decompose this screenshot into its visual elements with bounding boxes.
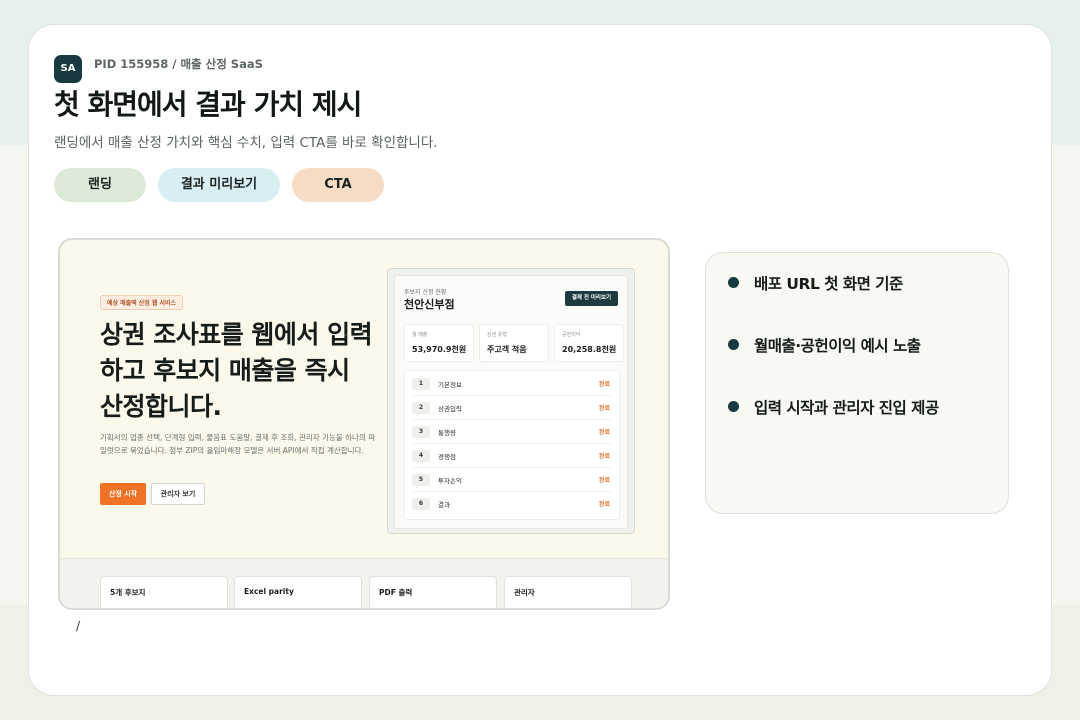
pre-payment-preview-button[interactable]: 결제 전 미리보기 (565, 291, 618, 306)
step-status: 완료 (598, 429, 610, 436)
step-name: 기본정보 (438, 381, 462, 389)
feature-title: PDF 출력 (379, 588, 413, 597)
feature-card-pdf: PDF 출력 (369, 576, 497, 608)
stat-value: 20,258.8천원 (562, 345, 617, 354)
tag-cta[interactable]: CTA (292, 168, 384, 202)
stat-contribution-profit: 공헌이익 20,258.8천원 (554, 324, 624, 362)
step-number: 1 (412, 378, 430, 390)
start-estimate-button[interactable]: 산정 시작 (100, 483, 146, 505)
bullet-dot-icon (728, 339, 739, 350)
step-name: 결과 (438, 501, 450, 509)
step-item[interactable]: 6 결과 완료 (412, 495, 612, 515)
stat-label: 월 매출 (412, 332, 428, 338)
step-list: 1 기본정보 완료 2 상권입력 완료 3 통행량 완료 4 경쟁점 완료 5 … (404, 370, 620, 520)
step-status: 완료 (598, 453, 610, 460)
project-id: PID 155958 / 매출 산정 SaaS (94, 57, 263, 71)
step-item[interactable]: 1 기본정보 완료 (412, 375, 612, 396)
feature-card-excel: Excel parity (234, 576, 362, 608)
panel-label: 후보지 산정 현황 (404, 289, 447, 296)
stats-row: 월 매출 53,970.9천원 상권 유형 주고객 적음 공헌이익 20,258… (404, 324, 624, 362)
stat-monthly-sales: 월 매출 53,970.9천원 (404, 324, 474, 362)
stat-area-type: 상권 유형 주고객 적음 (479, 324, 549, 362)
step-item[interactable]: 3 통행량 완료 (412, 423, 612, 444)
step-number: 5 (412, 474, 430, 486)
footer-mark: / (76, 619, 81, 633)
stat-label: 상권 유형 (487, 332, 507, 338)
tag-list: 랜딩 결과 미리보기 CTA (54, 168, 384, 202)
page-title: 첫 화면에서 결과 가치 제시 (54, 88, 362, 121)
step-status: 완료 (598, 381, 610, 388)
bullet-dot-icon (728, 401, 739, 412)
step-status: 완료 (598, 477, 610, 484)
key-points-box: 배포 URL 첫 화면 기준 월매출·공헌이익 예시 노출 입력 시작과 관리자… (705, 252, 1009, 514)
stat-value: 53,970.9천원 (412, 345, 467, 354)
key-point-text: 월매출·공헌이익 예시 노출 (754, 337, 921, 355)
feature-title: Excel parity (244, 587, 294, 596)
admin-view-button[interactable]: 관리자 보기 (151, 483, 205, 505)
stat-label: 공헌이익 (562, 332, 581, 338)
step-number: 4 (412, 450, 430, 462)
step-item[interactable]: 4 경쟁점 완료 (412, 447, 612, 468)
feature-card-admin: 관리자 (504, 576, 632, 608)
hero-heading: 상권 조사표를 웹에서 입력하고 후보지 매출을 즉시 산정합니다. (100, 320, 373, 421)
hero-description: 기획서의 업종 선택, 단계형 입력, 물음표 도움말, 결제 후 조회, 관리… (100, 433, 376, 455)
step-name: 통행량 (438, 429, 456, 437)
step-item[interactable]: 2 상권입력 완료 (412, 399, 612, 420)
page-subtitle: 랜딩에서 매출 산정 가치와 핵심 수치, 입력 CTA를 바로 확인합니다. (54, 135, 438, 151)
panel-body: 후보지 산정 현황 천안신부점 결제 전 미리보기 월 매출 53,970.9천… (394, 275, 628, 529)
feature-title: 5개 후보지 (110, 588, 146, 597)
app-logo: SA (54, 55, 82, 83)
step-number: 6 (412, 498, 430, 510)
stat-value: 주고객 적음 (487, 345, 527, 354)
tag-landing[interactable]: 랜딩 (54, 168, 146, 202)
tag-result-preview[interactable]: 결과 미리보기 (158, 168, 280, 202)
feature-card-candidates: 5개 후보지 (100, 576, 228, 608)
candidate-status-panel: 후보지 산정 현황 천안신부점 결제 전 미리보기 월 매출 53,970.9천… (387, 268, 635, 534)
step-status: 완료 (598, 405, 610, 412)
landing-preview-screenshot: 예상 매출액 산정 웹 서비스 상권 조사표를 웹에서 입력하고 후보지 매출을… (58, 238, 670, 610)
bullet-dot-icon (728, 277, 739, 288)
key-point-text: 입력 시작과 관리자 진입 제공 (754, 399, 939, 417)
step-number: 2 (412, 402, 430, 414)
step-status: 완료 (598, 501, 610, 508)
key-point-text: 배포 URL 첫 화면 기준 (754, 275, 903, 293)
step-name: 상권입력 (438, 405, 462, 413)
step-name: 투자손익 (438, 477, 462, 485)
store-name: 천안신부점 (404, 298, 455, 311)
step-number: 3 (412, 426, 430, 438)
slide-card: SA PID 155958 / 매출 산정 SaaS 첫 화면에서 결과 가치 … (28, 24, 1052, 696)
feature-title: 관리자 (514, 588, 535, 597)
step-name: 경쟁점 (438, 453, 456, 461)
hero-badge: 예상 매출액 산정 웹 서비스 (100, 295, 184, 310)
step-item[interactable]: 5 투자손익 완료 (412, 471, 612, 492)
